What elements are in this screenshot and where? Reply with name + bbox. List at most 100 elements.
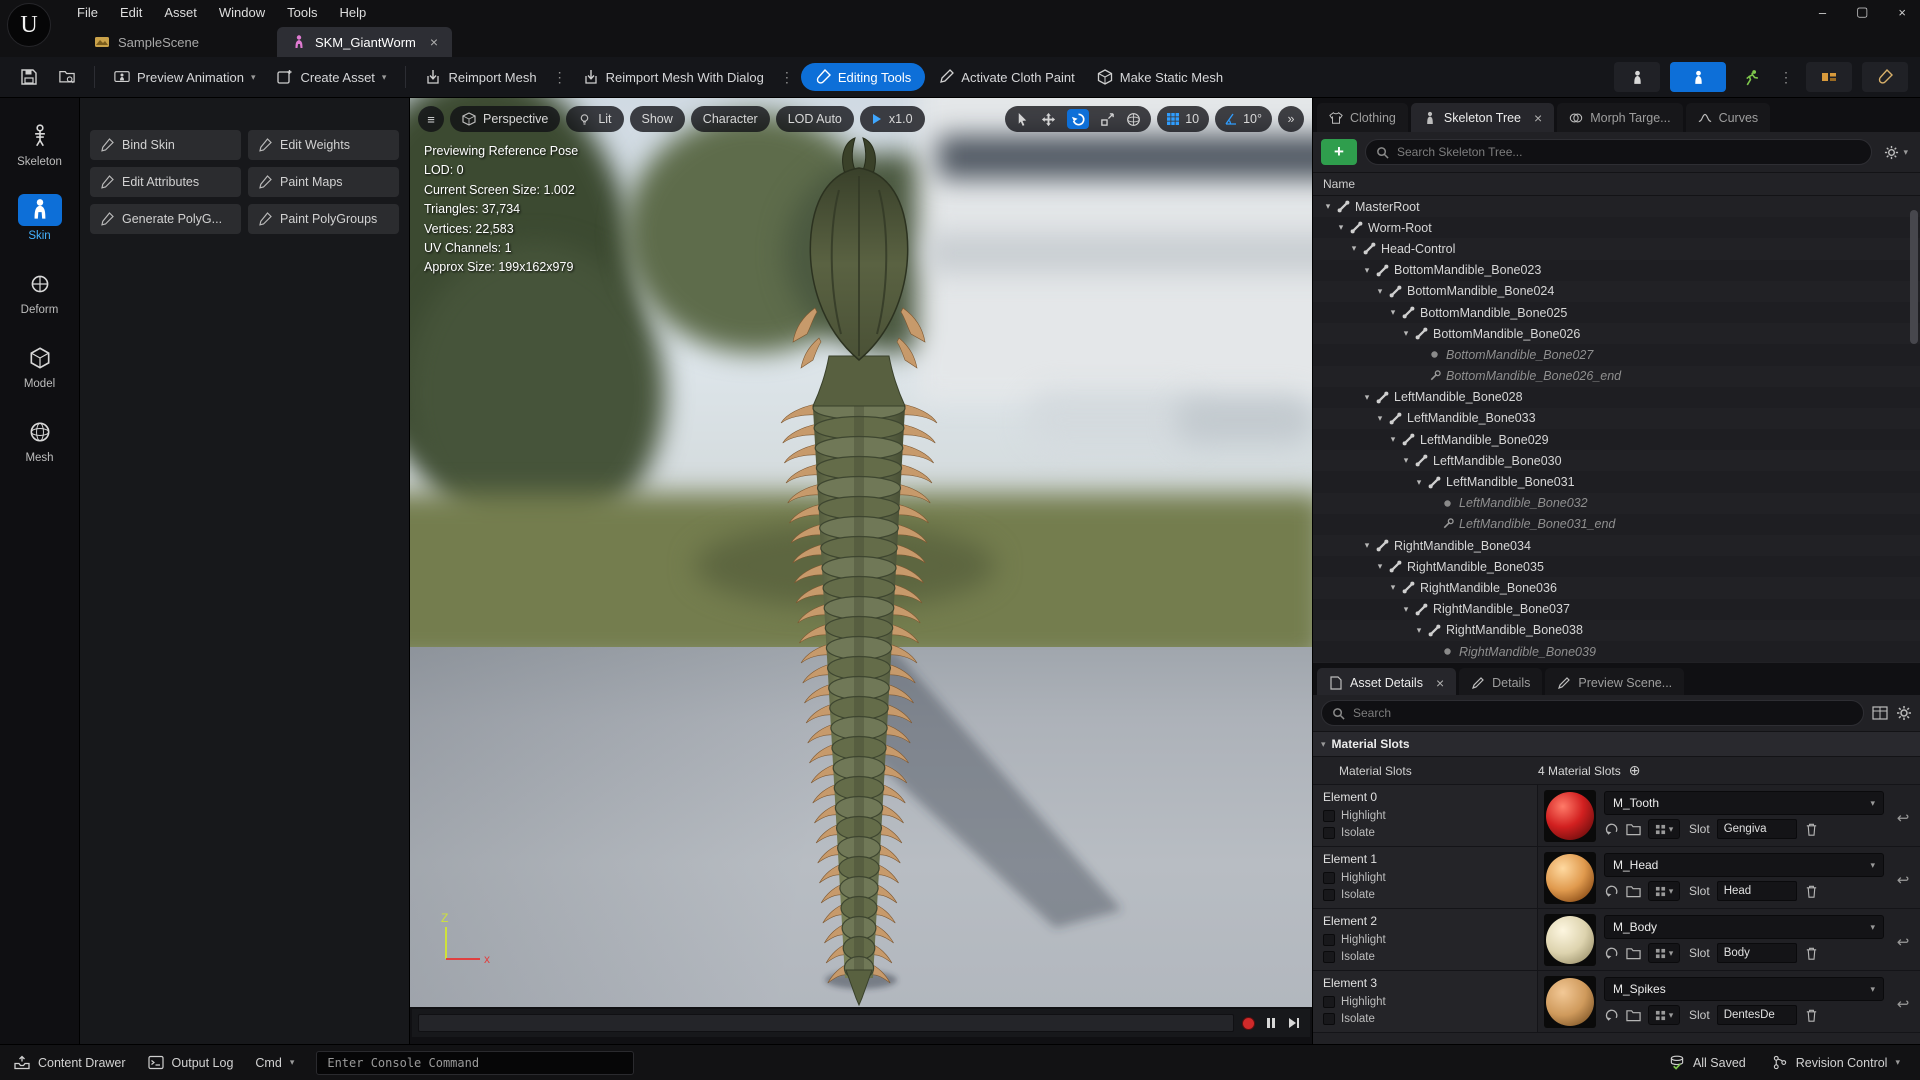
console-command-input[interactable] — [325, 1054, 626, 1071]
skeleton-tree-row[interactable]: ▾ LeftMandible_Bone031 — [1313, 471, 1920, 493]
playback-speed-button[interactable]: x1.0 — [859, 106, 925, 132]
skeleton-tree-row[interactable]: ▾ BottomMandible_Bone023 — [1313, 259, 1920, 281]
expander-icon[interactable]: ▾ — [1347, 243, 1361, 254]
expander-icon[interactable]: ▾ — [1334, 222, 1348, 233]
isolate-checkbox[interactable]: Isolate — [1323, 824, 1537, 841]
skeleton-tree-row[interactable]: ▾ BottomMandible_Bone024 — [1313, 281, 1920, 302]
viewport-canvas[interactable]: ≡ Perspective Lit Show Character LOD Aut… — [410, 98, 1312, 1007]
highlight-checkbox[interactable]: Highlight — [1323, 993, 1537, 1010]
skeleton-tree-row[interactable]: ▾ RightMandible_Bone037 — [1313, 598, 1920, 620]
tool-edit-weights[interactable]: Edit Weights — [248, 130, 399, 160]
expander-icon[interactable]: ▾ — [1399, 455, 1413, 466]
appearance-button[interactable] — [1862, 62, 1908, 92]
cmd-dropdown[interactable]: Cmd ▾ — [255, 1056, 294, 1070]
grid-snap-control[interactable]: 10 — [1157, 106, 1210, 132]
record-button[interactable] — [1242, 1016, 1255, 1030]
tab-clothing[interactable]: Clothing — [1317, 103, 1408, 132]
add-material-slot-icon[interactable]: ⊕ — [1629, 762, 1641, 779]
mode-mesh[interactable]: Mesh — [5, 410, 75, 470]
layout-button[interactable] — [1806, 62, 1852, 92]
select-tool-icon[interactable] — [1015, 112, 1030, 127]
save-button[interactable] — [12, 63, 46, 91]
tab-skeleton-tree[interactable]: Skeleton Tree × — [1410, 103, 1555, 132]
highlight-checkbox[interactable]: Highlight — [1323, 869, 1537, 886]
skeleton-tree-row[interactable]: ▾ RightMandible_Bone036 — [1313, 577, 1920, 598]
checkbox[interactable] — [1323, 826, 1335, 839]
step-forward-button[interactable] — [1287, 1017, 1300, 1029]
delete-slot-icon[interactable] — [1804, 884, 1819, 899]
details-search[interactable] — [1321, 700, 1864, 726]
highlight-checkbox[interactable]: Highlight — [1323, 807, 1537, 824]
pause-button[interactable] — [1265, 1017, 1277, 1029]
expander-icon[interactable]: ▾ — [1360, 392, 1374, 403]
skeleton-tree-row[interactable]: ▾ LeftMandible_Bone028 — [1313, 386, 1920, 408]
checkbox[interactable] — [1323, 888, 1335, 901]
tab-morph-targe-[interactable]: Morph Targe... — [1557, 103, 1683, 132]
tool-paint-polygroups[interactable]: Paint PolyGroups — [248, 204, 399, 234]
reset-material-icon[interactable]: ↩ — [1890, 976, 1916, 1032]
console-command-box[interactable] — [316, 1050, 635, 1075]
delete-slot-icon[interactable] — [1804, 1008, 1819, 1023]
activate-cloth-paint-button[interactable]: Activate Cloth Paint — [929, 63, 1083, 91]
rotate-tool-icon[interactable] — [1067, 109, 1090, 129]
mode-deform[interactable]: Deform — [5, 262, 75, 322]
skeleton-tree-row[interactable]: ▾ MasterRoot — [1313, 196, 1920, 217]
material-select[interactable]: M_Head ▾ — [1604, 853, 1884, 877]
checkbox[interactable] — [1323, 933, 1335, 946]
checkbox[interactable] — [1323, 871, 1335, 884]
browse-to-asset-icon[interactable] — [1626, 884, 1641, 899]
revision-control-button[interactable]: Revision Control ▾ — [1772, 1055, 1900, 1070]
tab-curves[interactable]: Curves — [1685, 103, 1771, 132]
material-options-dropdown[interactable]: ▾ — [1648, 1005, 1680, 1025]
material-thumbnail[interactable] — [1544, 790, 1596, 842]
material-thumbnail[interactable] — [1544, 852, 1596, 904]
use-selected-asset-icon[interactable] — [1604, 884, 1619, 899]
expander-icon[interactable]: ▾ — [1360, 540, 1374, 551]
expander-icon[interactable]: ▾ — [1412, 625, 1426, 636]
details-settings-icon[interactable] — [1896, 705, 1912, 721]
close-tab-icon[interactable]: × — [430, 34, 438, 50]
material-select[interactable]: M_Spikes ▾ — [1604, 977, 1884, 1001]
slot-name-input[interactable]: Head — [1716, 881, 1797, 901]
tool-edit-attributes[interactable]: Edit Attributes — [90, 167, 241, 197]
browse-to-asset-icon[interactable] — [1626, 946, 1641, 961]
slot-name-input[interactable]: DentesDe — [1716, 1005, 1797, 1025]
make-static-mesh-button[interactable]: Make Static Mesh — [1088, 63, 1232, 91]
column-view-icon[interactable] — [1872, 705, 1888, 721]
material-options-dropdown[interactable]: ▾ — [1648, 881, 1680, 901]
material-select[interactable]: M_Tooth ▾ — [1604, 791, 1884, 815]
scale-tool-icon[interactable] — [1100, 112, 1115, 127]
checkbox[interactable] — [1323, 1012, 1335, 1025]
mode-model[interactable]: Model — [5, 336, 75, 396]
menu-item-tools[interactable]: Tools — [276, 3, 328, 22]
skeleton-tree-row[interactable]: ▾ LeftMandible_Bone030 — [1313, 450, 1920, 471]
skeleton-tree-row[interactable]: ▾ RightMandible_Bone034 — [1313, 535, 1920, 556]
menu-item-help[interactable]: Help — [328, 3, 377, 22]
rotation-snap-control[interactable]: 10° — [1215, 106, 1272, 132]
world-coordinate-icon[interactable] — [1126, 112, 1141, 127]
isolate-checkbox[interactable]: Isolate — [1323, 948, 1537, 965]
browse-to-asset-button[interactable] — [50, 63, 84, 91]
maximize-button[interactable]: ▢ — [1856, 4, 1868, 20]
move-tool-icon[interactable] — [1041, 112, 1056, 127]
show-dropdown[interactable]: Show — [629, 106, 685, 132]
character-dropdown[interactable]: Character — [690, 106, 770, 132]
close-button[interactable]: × — [1898, 5, 1906, 20]
expander-icon[interactable]: ▾ — [1373, 413, 1387, 424]
skeleton-tree-row[interactable]: BottomMandible_Bone027 — [1313, 344, 1920, 366]
menu-item-window[interactable]: Window — [208, 3, 276, 22]
skeleton-tree-row[interactable]: LeftMandible_Bone032 — [1313, 493, 1920, 514]
scrollbar-thumb[interactable] — [1910, 210, 1918, 344]
menu-item-asset[interactable]: Asset — [153, 3, 208, 22]
play-animation-button[interactable] — [1736, 62, 1766, 92]
viewport-toolbar-overflow-button[interactable]: » — [1278, 106, 1304, 132]
expander-icon[interactable]: ▾ — [1399, 604, 1413, 615]
tab-SKM_GiantWorm[interactable]: SKM_GiantWorm × — [276, 27, 453, 57]
reimport-mesh-button[interactable]: Reimport Mesh — [416, 63, 545, 91]
lod-dropdown[interactable]: LOD Auto — [775, 106, 854, 132]
mode-skeleton[interactable]: Skeleton — [5, 114, 75, 174]
menu-item-file[interactable]: File — [66, 3, 109, 22]
expander-icon[interactable]: ▾ — [1321, 201, 1335, 212]
material-select[interactable]: M_Body ▾ — [1604, 915, 1884, 939]
tree-settings-button[interactable]: ▾ — [1880, 145, 1912, 160]
